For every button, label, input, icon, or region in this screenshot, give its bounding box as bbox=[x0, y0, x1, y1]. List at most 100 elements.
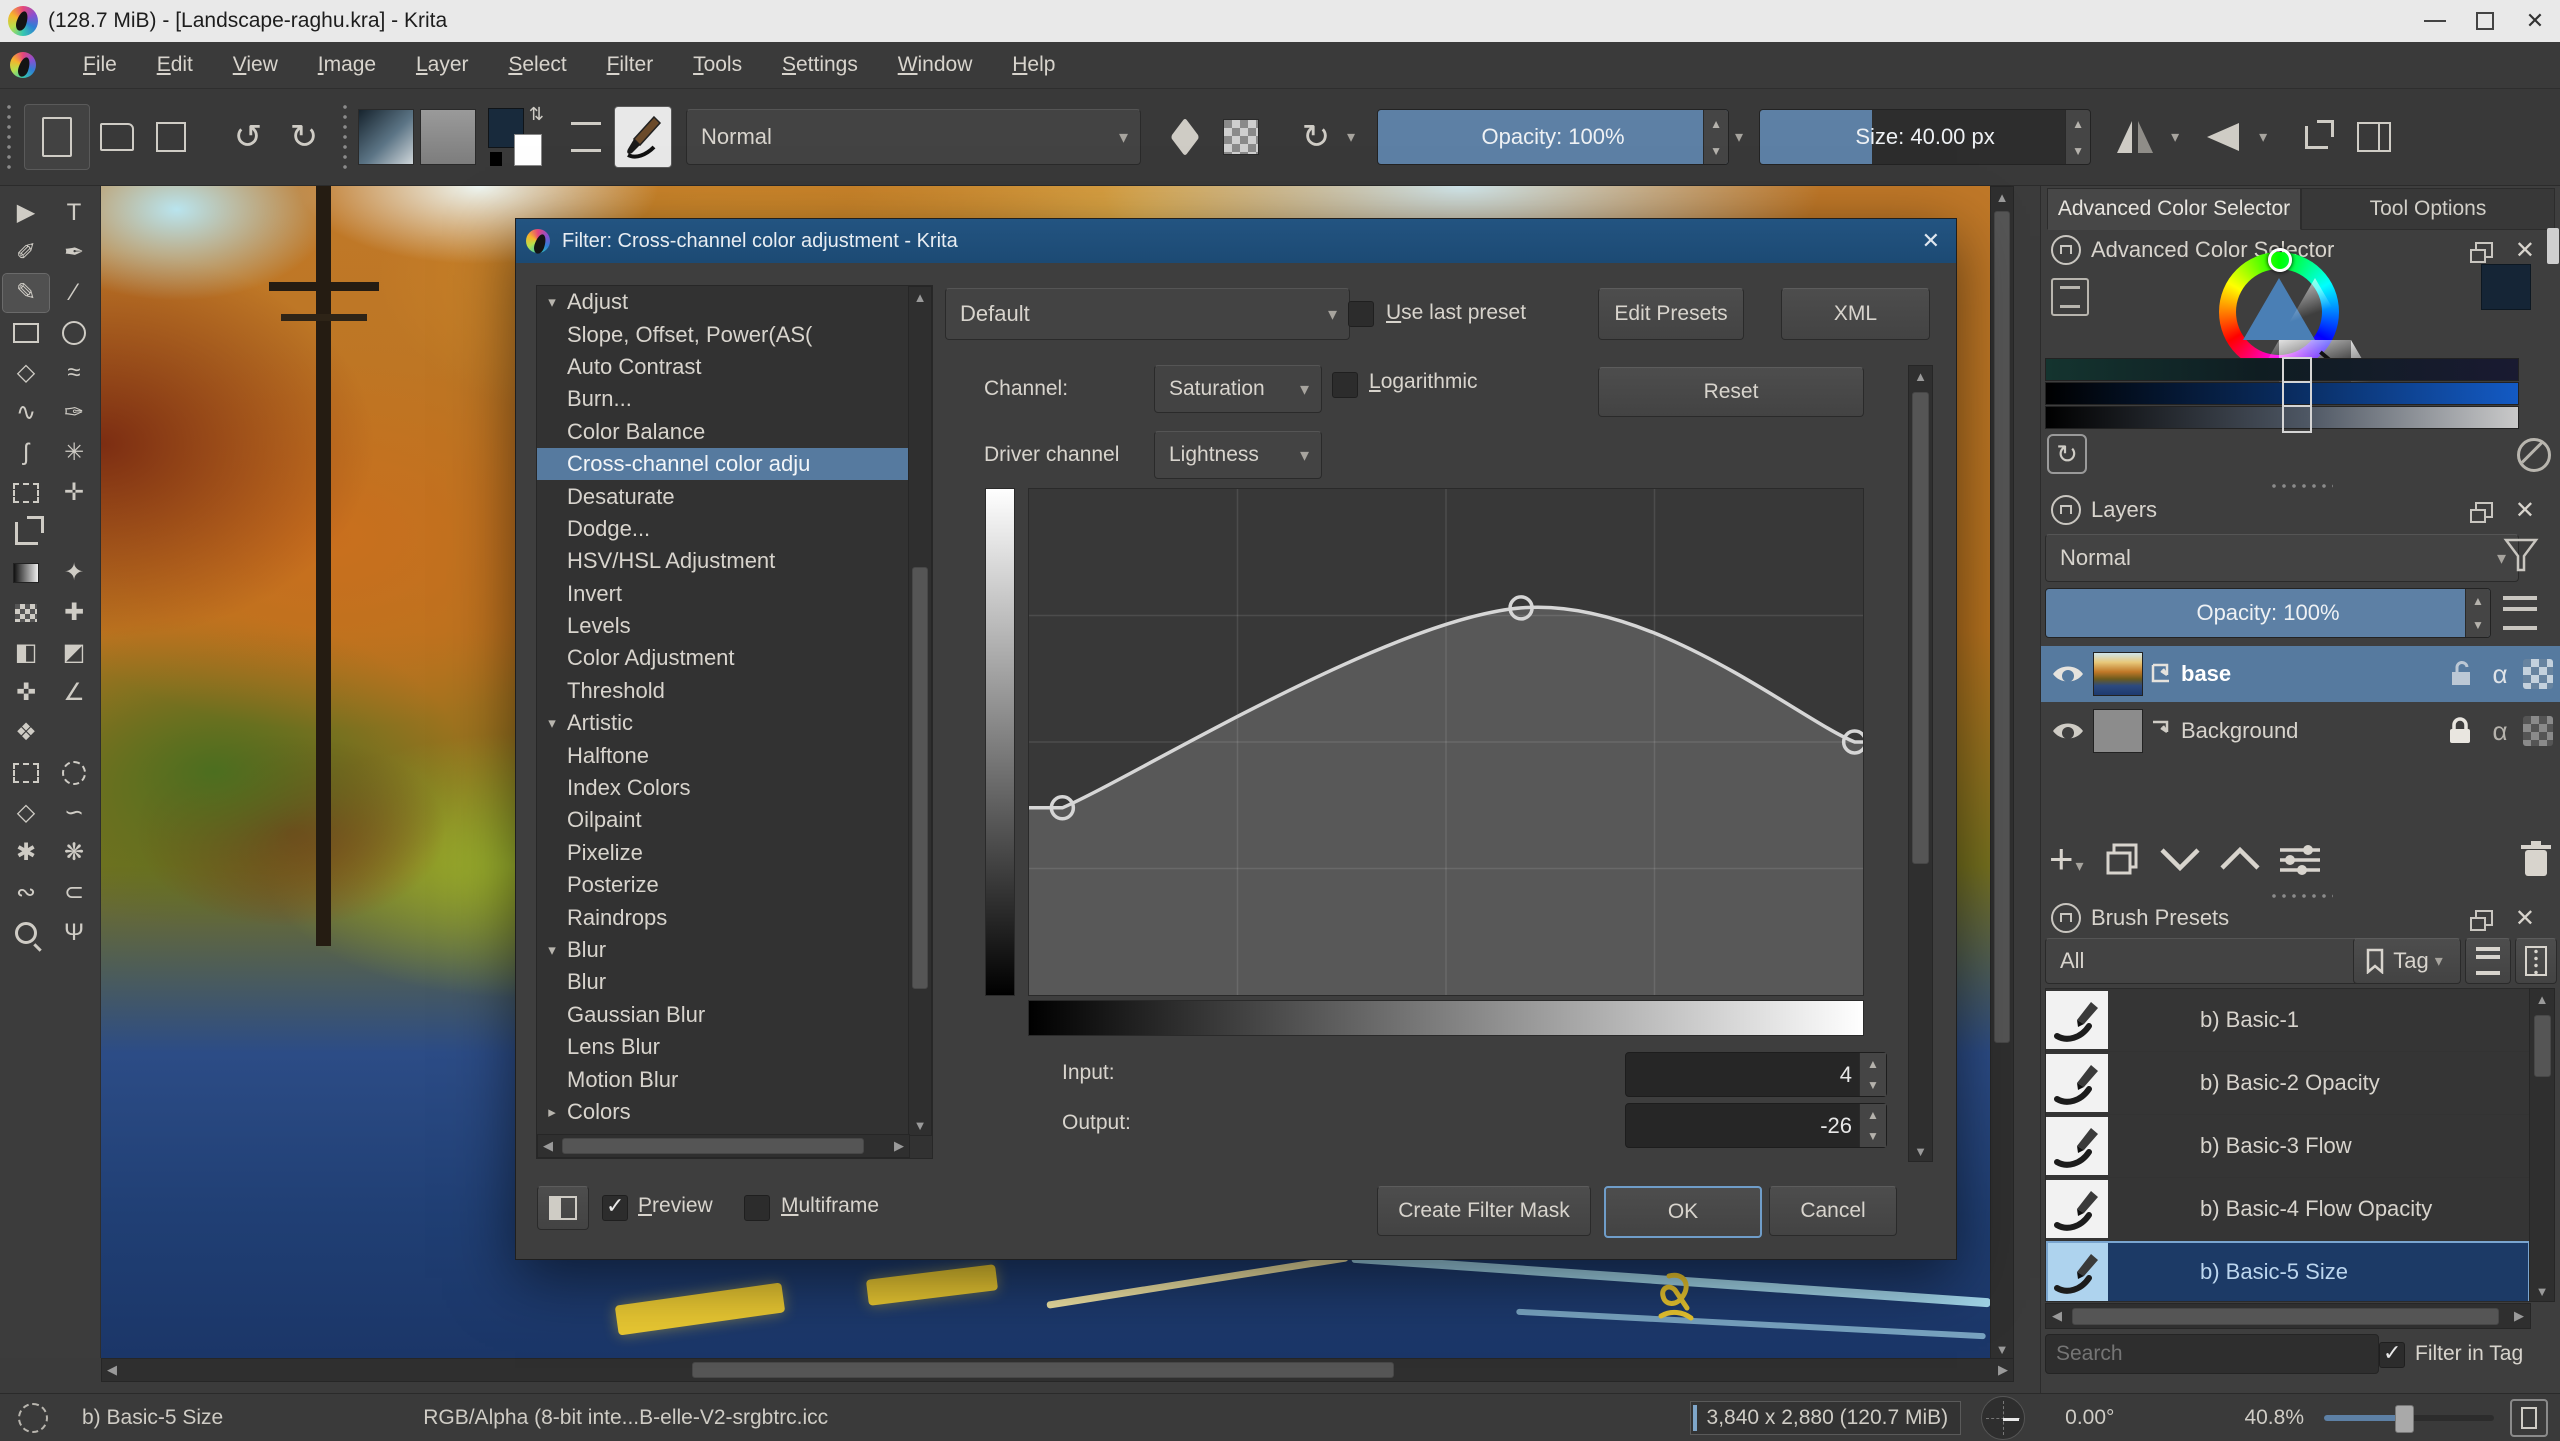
tool-multibrush[interactable]: ✳ bbox=[51, 434, 97, 472]
preset-combo[interactable]: Default bbox=[945, 288, 1350, 340]
brush-preset-item[interactable]: b) Basic-3 Flow bbox=[2046, 1115, 2530, 1178]
ok-button[interactable]: OK bbox=[1604, 1186, 1762, 1238]
tool-reference-images[interactable]: ❖ bbox=[3, 714, 49, 752]
color-strip-saturation[interactable] bbox=[2045, 382, 2519, 405]
tool-select-bezier[interactable]: ∾ bbox=[3, 874, 49, 912]
layer-blend-mode-combo[interactable]: Normal bbox=[2045, 534, 2519, 582]
filter-tree-item[interactable]: Invert bbox=[537, 578, 908, 610]
layer-row-base[interactable]: base α bbox=[2041, 646, 2560, 702]
tool-move[interactable]: ✛ bbox=[51, 474, 97, 512]
open-document-button[interactable] bbox=[90, 111, 144, 163]
tree-hscrollbar[interactable]: ◀ ▶ bbox=[537, 1134, 910, 1158]
tool-bezier-curve[interactable]: ∿ bbox=[3, 394, 49, 432]
duplicate-layer-button[interactable] bbox=[2104, 841, 2140, 877]
preserve-alpha-button[interactable] bbox=[1213, 111, 1269, 163]
tool-measure[interactable]: ∠ bbox=[51, 674, 97, 712]
layer-opacity-spinner[interactable]: ▲▼ bbox=[2465, 589, 2490, 637]
tool-polygon[interactable]: ◇ bbox=[3, 354, 49, 392]
dialog-vscrollbar[interactable]: ▲ ▼ bbox=[1908, 365, 1933, 1162]
mirror-horizontal-caret[interactable]: ▾ bbox=[2171, 127, 2179, 147]
filter-tree-item[interactable]: Slope, Offset, Power(AS( bbox=[537, 318, 908, 350]
tool-freehand-brush[interactable]: ✎ bbox=[3, 274, 49, 312]
output-spin-arrows[interactable]: ▲▼ bbox=[1859, 1104, 1886, 1147]
preset-hscrollbar[interactable]: ◀ ▶ bbox=[2045, 1303, 2531, 1329]
preset-vscroll-up[interactable]: ▲ bbox=[2530, 989, 2554, 1009]
multiframe-checkbox[interactable] bbox=[744, 1195, 770, 1221]
preset-display-options-button[interactable] bbox=[2515, 938, 2557, 984]
filter-tree-item[interactable]: Posterize bbox=[537, 869, 908, 901]
canvas-vscroll-down[interactable]: ▼ bbox=[1991, 1339, 2013, 1359]
tree-hscroll-right[interactable]: ▶ bbox=[889, 1135, 909, 1157]
tool-transform[interactable] bbox=[3, 474, 49, 512]
size-slider[interactable]: Size: 40.00 px ▲▼ bbox=[1759, 109, 2091, 165]
tool-edit-shapes[interactable]: ✐ bbox=[3, 234, 49, 272]
swap-colors-icon[interactable]: ⇅ bbox=[529, 104, 544, 125]
tool-ellipse[interactable] bbox=[51, 314, 97, 352]
brush-preset-item[interactable]: b) Basic-2 Opacity bbox=[2046, 1052, 2530, 1115]
filter-tree-item[interactable]: Burn... bbox=[537, 383, 908, 415]
redo-button[interactable]: ↻ bbox=[276, 111, 332, 163]
driver-channel-combo[interactable]: Lightness bbox=[1154, 431, 1322, 479]
preset-view-mode-button[interactable] bbox=[2465, 938, 2511, 984]
acs-lock-icon[interactable] bbox=[2051, 235, 2081, 265]
edit-presets-button[interactable]: Edit Presets bbox=[1598, 288, 1744, 340]
reset-button[interactable]: Reset bbox=[1598, 367, 1864, 417]
xml-button[interactable]: XML bbox=[1781, 288, 1930, 340]
acs-float-icon[interactable] bbox=[2475, 242, 2493, 258]
input-spinbox[interactable]: 4 ▲▼ bbox=[1625, 1052, 1887, 1097]
layer-properties-button[interactable] bbox=[2278, 842, 2322, 876]
tool-select-polygonal[interactable]: ◇ bbox=[3, 794, 49, 832]
canvas-hscrollbar[interactable]: ◀ ▶ bbox=[101, 1358, 2014, 1382]
panel-edge-scroll-thumb[interactable] bbox=[2547, 228, 2559, 264]
preview-checkbox[interactable] bbox=[602, 1195, 628, 1221]
minimize-button[interactable] bbox=[2410, 0, 2460, 42]
filter-tree-item[interactable]: Index Colors bbox=[537, 772, 908, 804]
layer-alpha-icon-2[interactable]: α bbox=[2485, 716, 2515, 747]
tree-caret-icon[interactable]: ▾ bbox=[537, 714, 567, 732]
status-image-size[interactable]: 3,840 x 2,880 (120.7 MiB) bbox=[1690, 1401, 1962, 1435]
filter-tree-item[interactable]: HSV/HSL Adjustment bbox=[537, 545, 908, 577]
strip-lightness-handle[interactable] bbox=[2282, 405, 2312, 433]
tree-hscroll-thumb[interactable] bbox=[562, 1138, 864, 1154]
move-layer-up-button[interactable] bbox=[2218, 844, 2262, 874]
layer-visible-icon[interactable] bbox=[2051, 661, 2085, 687]
dialog-titlebar[interactable]: Filter: Cross-channel color adjustment -… bbox=[516, 219, 1956, 263]
tool-crop[interactable] bbox=[3, 514, 49, 552]
filter-tree-item[interactable]: Threshold bbox=[537, 675, 908, 707]
tool-select-magnetic[interactable]: ⊂ bbox=[51, 874, 97, 912]
tool-freehand-path[interactable]: ✑ bbox=[51, 394, 97, 432]
restore-button[interactable] bbox=[2460, 0, 2510, 42]
menu-help[interactable]: Help bbox=[995, 42, 1072, 88]
layers-resize-handle[interactable] bbox=[2269, 892, 2333, 900]
tree-caret-icon[interactable]: ▾ bbox=[537, 293, 567, 311]
tool-select-freehand[interactable]: ∽ bbox=[51, 794, 97, 832]
tool-select-elliptical[interactable] bbox=[51, 754, 97, 792]
zoom-slider[interactable] bbox=[2324, 1415, 2494, 1421]
move-layer-down-button[interactable] bbox=[2158, 844, 2202, 874]
layers-menu-icon[interactable] bbox=[2503, 596, 2537, 630]
mirror-horizontal-button[interactable] bbox=[2105, 111, 2165, 163]
output-spinbox[interactable]: -26 ▲▼ bbox=[1625, 1103, 1887, 1148]
filter-tree-item[interactable]: Color Balance bbox=[537, 416, 908, 448]
tool-spacer-a[interactable] bbox=[51, 514, 97, 552]
tree-caret-icon[interactable]: ▸ bbox=[537, 1103, 567, 1121]
tree-vscroll-thumb[interactable] bbox=[912, 567, 928, 989]
undo-button[interactable]: ↺ bbox=[220, 111, 276, 163]
tree-caret-icon[interactable]: ▾ bbox=[537, 941, 567, 959]
filter-tree-item[interactable]: Auto Contrast bbox=[537, 351, 908, 383]
preset-hscroll-thumb[interactable] bbox=[2072, 1308, 2499, 1325]
layer-inherit-alpha-icon-2[interactable] bbox=[2523, 716, 2553, 746]
pattern-chooser[interactable] bbox=[420, 109, 476, 165]
layer-row-background[interactable]: Background α bbox=[2041, 703, 2560, 759]
tool-color-sampler[interactable]: ✦ bbox=[51, 554, 97, 592]
save-button[interactable] bbox=[144, 111, 198, 163]
add-layer-caret[interactable]: ▾ bbox=[2076, 856, 2084, 876]
dialog-close-button[interactable]: ✕ bbox=[1922, 228, 1940, 254]
menu-window[interactable]: Window bbox=[881, 42, 990, 88]
dialog-vscroll-thumb[interactable] bbox=[1912, 392, 1929, 864]
tab-advanced-color-selector[interactable]: Advanced Color Selector bbox=[2047, 188, 2301, 230]
color-strip-hue[interactable] bbox=[2045, 358, 2519, 381]
zoom-fit-button[interactable] bbox=[2510, 1399, 2548, 1437]
create-filter-mask-button[interactable]: Create Filter Mask bbox=[1377, 1186, 1591, 1236]
filter-tree-item[interactable]: Motion Blur bbox=[537, 1063, 908, 1095]
